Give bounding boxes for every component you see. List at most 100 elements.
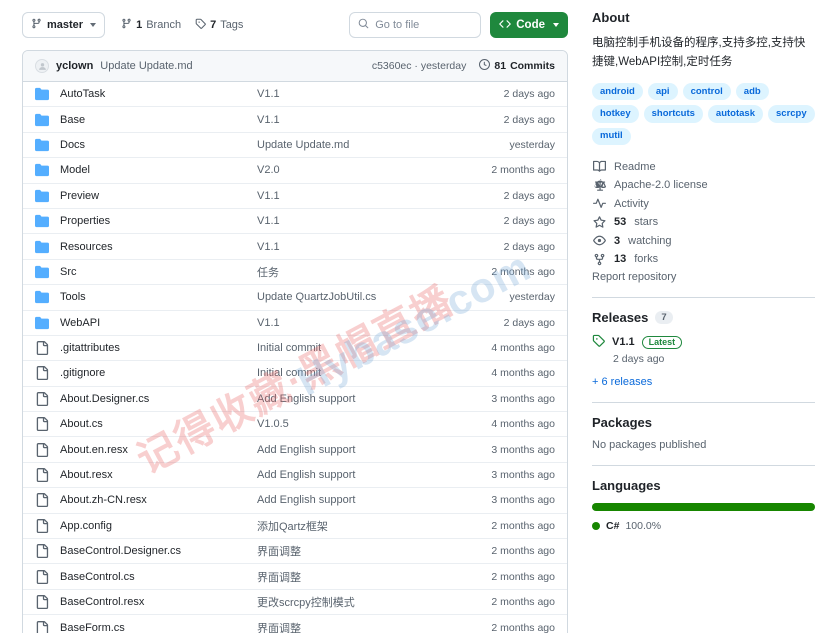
table-row[interactable]: About.resx Add English support 3 months ag… — [23, 463, 567, 489]
commit-hash-time[interactable]: c5360ec · yesterday — [372, 60, 467, 72]
commit-author[interactable]: yclown — [56, 60, 93, 72]
file-name[interactable]: Properties — [51, 215, 257, 227]
branches-link[interactable]: 1 Branch — [121, 18, 181, 32]
about-link-readme[interactable]: Readme — [592, 158, 815, 176]
commit-message[interactable]: Update Update.md — [100, 60, 192, 72]
file-name[interactable]: Docs — [51, 139, 257, 151]
file-commit-message[interactable]: V1.1 — [257, 241, 504, 253]
report-repository-link[interactable]: Report repository — [592, 271, 815, 283]
table-row[interactable]: Base V1.1 2 days ago — [23, 107, 567, 133]
file-commit-message[interactable]: V2.0 — [257, 164, 491, 176]
about-link-apache-2-0-license[interactable]: Apache-2.0 license — [592, 177, 815, 195]
file-name[interactable]: .gitattributes — [51, 342, 257, 354]
file-name[interactable]: Preview — [51, 190, 257, 202]
search-input[interactable] — [375, 19, 473, 31]
file-name[interactable]: WebAPI — [51, 317, 257, 329]
topic-tag[interactable]: api — [647, 83, 678, 101]
file-name[interactable]: Model — [51, 164, 257, 176]
file-name[interactable]: Src — [51, 266, 257, 278]
about-link-activity[interactable]: Activity — [592, 195, 815, 213]
file-commit-message[interactable]: 添加Qartz框架 — [257, 518, 491, 534]
table-row[interactable]: About.zh-CN.resx Add English support 3 mon… — [23, 488, 567, 514]
file-commit-message[interactable]: Add English support — [257, 444, 491, 456]
file-commit-age: 2 days ago — [503, 88, 555, 101]
file-commit-message[interactable]: 界面调整 — [257, 543, 491, 559]
topic-tag[interactable]: mutil — [592, 127, 631, 146]
branch-selector-button[interactable]: master — [22, 12, 106, 38]
file-name[interactable]: About.zh-CN.resx — [51, 494, 257, 506]
file-commit-message[interactable]: V1.1 — [257, 215, 504, 227]
table-row[interactable]: Model V2.0 2 months ago — [23, 158, 567, 184]
file-name[interactable]: .gitignore — [51, 367, 257, 379]
topic-tag[interactable]: control — [682, 83, 731, 101]
tags-link[interactable]: 7 Tags — [195, 18, 243, 32]
about-links-list: Readme Apache-2.0 license Activity 53 stars 3… — [592, 158, 815, 268]
file-commit-message[interactable]: V1.1 — [257, 88, 504, 100]
file-name[interactable]: BaseForm.cs — [51, 622, 257, 633]
folder-icon — [35, 189, 51, 203]
about-link-stars[interactable]: 53 stars — [592, 214, 815, 232]
table-row[interactable]: Preview V1.1 2 days ago — [23, 184, 567, 209]
language-legend-item[interactable]: C# 100.0% — [592, 520, 815, 532]
table-row[interactable]: .gitattributes Initial commit 4 months ago — [23, 336, 567, 362]
table-row[interactable]: BaseControl.Designer.cs 界面调整 2 months ago — [23, 539, 567, 565]
file-commit-message[interactable]: Add English support — [257, 393, 491, 405]
table-row[interactable]: Src 任务 2 months ago — [23, 260, 567, 286]
file-name[interactable]: Resources — [51, 241, 257, 253]
table-row[interactable]: About.cs V1.0.5 4 months ago — [23, 412, 567, 438]
latest-release-row[interactable]: V1.1 Latest — [592, 334, 815, 350]
table-row[interactable]: App.config 添加Qartz框架 2 months ago — [23, 514, 567, 540]
more-releases-link[interactable]: + 6 releases — [592, 376, 815, 388]
topic-tag[interactable]: scrcpy — [768, 105, 815, 123]
table-row[interactable]: BaseControl.cs 界面调整 2 months ago — [23, 564, 567, 590]
file-commit-message[interactable]: Initial commit — [257, 342, 491, 354]
file-commit-message[interactable]: V1.1 — [257, 317, 504, 329]
code-button[interactable]: Code — [490, 12, 568, 38]
file-commit-message[interactable]: V1.1 — [257, 114, 504, 126]
table-row[interactable]: Properties V1.1 2 days ago — [23, 209, 567, 235]
file-commit-message[interactable]: 更改scrcpy控制模式 — [257, 594, 491, 610]
table-row[interactable]: About.en.resx Add English support 3 months… — [23, 437, 567, 463]
file-commit-message[interactable]: 任务 — [257, 264, 491, 280]
file-name[interactable]: BaseControl.resx — [51, 596, 257, 608]
about-link-forks[interactable]: 13 forks — [592, 251, 815, 269]
file-name[interactable]: Base — [51, 114, 257, 126]
topic-tag[interactable]: adb — [735, 83, 769, 101]
topic-tag[interactable]: hotkey — [592, 105, 639, 123]
table-row[interactable]: .gitignore Initial commit 4 months ago — [23, 361, 567, 387]
file-name[interactable]: App.config — [51, 520, 257, 532]
file-commit-message[interactable]: Add English support — [257, 494, 491, 506]
file-name[interactable]: BaseControl.Designer.cs — [51, 545, 257, 557]
release-tag-name: V1.1 — [612, 336, 635, 349]
commits-count-link[interactable]: 81 Commits — [479, 59, 555, 73]
table-row[interactable]: AutoTask V1.1 2 days ago — [23, 82, 567, 108]
file-commit-message[interactable]: Add English support — [257, 469, 491, 481]
file-name[interactable]: Tools — [51, 291, 257, 303]
table-row[interactable]: BaseControl.resx 更改scrcpy控制模式 2 months ago — [23, 590, 567, 616]
file-name[interactable]: AutoTask — [51, 88, 257, 100]
file-commit-message[interactable]: V1.1 — [257, 190, 504, 202]
file-name[interactable]: About.en.resx — [51, 444, 257, 456]
topic-tag[interactable]: autotask — [707, 105, 763, 123]
go-to-file-search[interactable] — [349, 12, 482, 38]
table-row[interactable]: Resources V1.1 2 days ago — [23, 234, 567, 260]
file-commit-message[interactable]: 界面调整 — [257, 569, 491, 585]
table-row[interactable]: About.Designer.cs Add English support 3 mo… — [23, 387, 567, 413]
table-row[interactable]: Docs Update Update.md yesterday — [23, 133, 567, 159]
table-row[interactable]: WebAPI V1.1 2 days ago — [23, 311, 567, 336]
file-commit-message[interactable]: Initial commit — [257, 367, 491, 379]
topic-tag[interactable]: android — [592, 83, 643, 101]
file-name[interactable]: About.cs — [51, 418, 257, 430]
about-link-watching[interactable]: 3 watching — [592, 232, 815, 250]
topic-tag[interactable]: shortcuts — [643, 105, 703, 123]
table-row[interactable]: Tools Update QuartzJobUtil.cs yesterday — [23, 285, 567, 311]
file-name[interactable]: About.resx — [51, 469, 257, 481]
file-commit-message[interactable]: 界面调整 — [257, 620, 491, 633]
file-name[interactable]: BaseControl.cs — [51, 571, 257, 583]
repository-page: master 1 Branch 7 Tags Go to file Code y… — [0, 0, 831, 633]
file-commit-message[interactable]: Update QuartzJobUtil.cs — [257, 291, 509, 303]
table-row[interactable]: BaseForm.cs 界面调整 2 months ago — [23, 615, 567, 633]
file-commit-message[interactable]: V1.0.5 — [257, 418, 491, 430]
file-commit-message[interactable]: Update Update.md — [257, 139, 509, 151]
file-name[interactable]: About.Designer.cs — [51, 393, 257, 405]
